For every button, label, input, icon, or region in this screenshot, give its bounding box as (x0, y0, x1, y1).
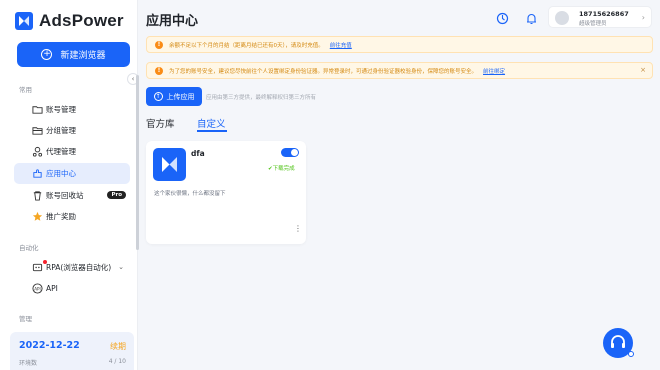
folder-icon (32, 106, 43, 114)
warning-icon: ! (155, 66, 163, 75)
balance-alert-text: 余额不足以下个月的月结（距离月结已还有0天），请及时充值。 (169, 42, 324, 49)
sidebar-scrollbar[interactable] (136, 75, 139, 250)
avatar (555, 11, 569, 25)
close-icon[interactable]: × (640, 66, 646, 74)
proxy-icon (32, 146, 43, 157)
new-browser-button[interactable]: + 新建浏览器 (17, 42, 130, 67)
plan-card: 2022-12-22 续期 环境数 4 / 10 (10, 332, 134, 370)
sidebar-item-label: 应用中心 (46, 169, 76, 178)
bind-authenticator-link[interactable]: 前往绑定 (483, 67, 505, 75)
section-label-manage: 管理 (19, 315, 32, 323)
sidebar-item-rpa[interactable]: RPA(浏览器自动化) ⌄ (14, 257, 130, 278)
active-tab-indicator (197, 130, 227, 132)
recharge-link[interactable]: 前往充值 (330, 41, 352, 49)
upload-icon: ↑ (153, 92, 163, 101)
more-options-icon[interactable]: ⋮ (294, 225, 302, 233)
renew-link[interactable]: 续期 (110, 341, 126, 352)
api-icon: API (32, 283, 43, 294)
pro-badge: Pro (107, 191, 126, 199)
sidebar-item-label: 账号管理 (46, 105, 76, 114)
upload-app-button[interactable]: ↑ 上传应用 (146, 87, 202, 106)
sidebar-item-label: API (46, 284, 58, 293)
star-icon (32, 211, 43, 221)
customer-support-button[interactable] (603, 328, 634, 358)
env-count-value: 4 / 10 (108, 358, 126, 365)
sidebar-item-label: 账号回收站 (46, 191, 84, 200)
chevron-right-icon: › (641, 13, 645, 22)
sync-icon[interactable] (495, 11, 510, 26)
upload-app-label: 上传应用 (166, 92, 195, 101)
plus-icon: + (41, 49, 53, 60)
sidebar: AdsPower + 新建浏览器 ‹ 常用 账号管理 分组管理 代理管理 应用中… (0, 0, 139, 370)
sidebar-item-label: RPA(浏览器自动化) (46, 263, 112, 272)
sidebar-item-referral[interactable]: 推广奖励 (14, 206, 130, 227)
svg-text:API: API (34, 286, 41, 291)
download-status: ✔下载完成 (268, 166, 295, 172)
brand-name: AdsPower (39, 11, 124, 30)
app-logo-icon (153, 148, 186, 181)
logo[interactable]: AdsPower (15, 11, 124, 31)
section-label-automation: 自动化 (19, 244, 39, 252)
sidebar-item-proxy[interactable]: 代理管理 (14, 141, 130, 162)
tab-custom[interactable]: 自定义 (197, 116, 226, 130)
adspower-logo-icon (15, 12, 33, 30)
user-phone: 18715626867 (579, 10, 629, 18)
sidebar-item-accounts[interactable]: 账号管理 (14, 99, 130, 120)
notification-dot (43, 260, 47, 264)
folder-open-icon (32, 127, 43, 135)
new-browser-label: 新建浏览器 (60, 51, 106, 61)
balance-alert: ! 余额不足以下个月的月结（距离月结已还有0天），请及时充值。 前往充值 (146, 36, 653, 53)
user-role: 超级管理员 (579, 21, 607, 27)
warning-icon: ! (155, 40, 163, 49)
app-name: dfa (191, 149, 205, 158)
app-enable-toggle[interactable] (281, 148, 299, 157)
trash-icon (33, 191, 42, 201)
security-alert-text: 为了您的账号安全，建议您尽快前往个人设置绑定身份验证器。异常登录时，可通过身份验… (169, 68, 478, 75)
support-badge (628, 351, 634, 357)
sidebar-item-app-center[interactable]: 应用中心 (14, 163, 130, 184)
sidebar-item-groups[interactable]: 分组管理 (14, 120, 130, 141)
app-card[interactable]: dfa ✔下载完成 这个家伙很懒，什么都没留下 ⋮ (146, 141, 306, 244)
sidebar-item-label: 分组管理 (46, 126, 76, 135)
plan-expiry-date: 2022-12-22 (19, 340, 80, 351)
sidebar-item-api[interactable]: API API (14, 278, 130, 299)
env-count-label: 环境数 (19, 360, 38, 367)
upload-hint: 应用由第三方提供，最终解释权归第三方所有 (206, 95, 317, 101)
rpa-icon (32, 263, 43, 272)
app-center-icon (33, 169, 42, 178)
download-status-text: 下载完成 (272, 166, 295, 172)
bell-icon[interactable] (524, 11, 539, 26)
security-alert: ! 为了您的账号安全，建议您尽快前往个人设置绑定身份验证器。异常登录时，可通过身… (146, 62, 653, 79)
user-menu[interactable]: 18715626867 超级管理员 › (548, 6, 652, 28)
sidebar-item-label: 推广奖励 (46, 212, 76, 221)
sidebar-item-recycle-bin[interactable]: 账号回收站 Pro (14, 185, 130, 206)
page-title: 应用中心 (146, 14, 199, 29)
app-description: 这个家伙很懒，什么都没留下 (154, 191, 226, 197)
section-label-common: 常用 (19, 86, 32, 94)
sidebar-item-label: 代理管理 (46, 147, 76, 156)
chevron-down-icon: ⌄ (118, 263, 124, 271)
tab-official-library[interactable]: 官方库 (146, 116, 175, 130)
